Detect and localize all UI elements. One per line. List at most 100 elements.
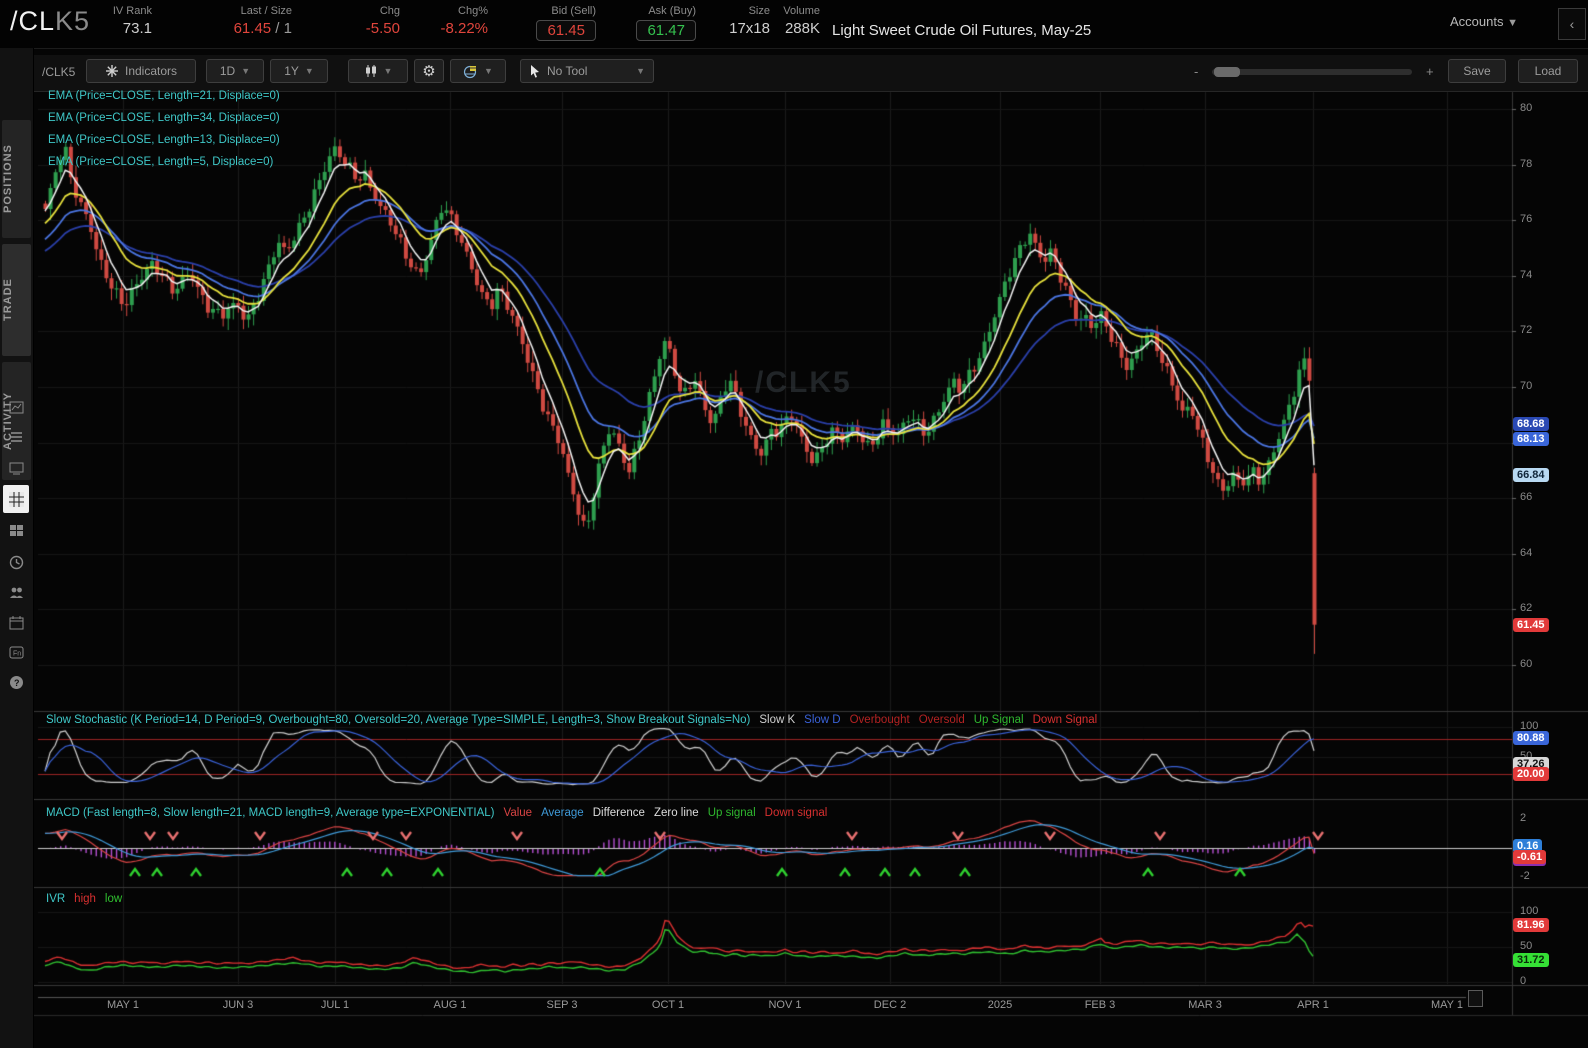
chart-settings-button[interactable]: ⚙: [414, 59, 444, 83]
chevron-down-icon: ▼: [1507, 17, 1518, 29]
field-value: 61.47: [636, 20, 696, 41]
quote-field-size: Size 17x18: [729, 5, 770, 37]
quote-field-chg: Chg -5.50: [366, 5, 400, 37]
symbol-main: /CL: [10, 6, 56, 36]
x-axis-label: FEB 3: [1084, 999, 1116, 1011]
ivr-axis-bubble: 31.72: [1513, 952, 1549, 967]
zoom-out-button[interactable]: -: [1194, 64, 1198, 79]
legend-item: Down Signal: [1032, 714, 1098, 726]
study-label: Slow Stochastic (K Period=14, D Period=9…: [46, 714, 751, 726]
sidebar-tv-icon[interactable]: [0, 453, 33, 481]
legend-item: Down signal: [764, 807, 828, 819]
macd-study-header: MACD (Fast length=8, Slow length=21, MAC…: [46, 807, 836, 819]
sidebar-dashboard-icon[interactable]: [0, 516, 33, 544]
zoom-slider-handle[interactable]: [1214, 67, 1240, 77]
drawing-set-icon: [463, 65, 477, 78]
x-axis-label: AUG 1: [433, 999, 467, 1011]
legend-item: Oversold: [918, 714, 965, 726]
legend-item: Zero line: [653, 807, 699, 819]
quote-field-chg-: Chg% -8.22%: [440, 5, 488, 37]
field-value: -5.50: [365, 20, 400, 37]
sidebar-tab-positions[interactable]: POSITIONS: [2, 120, 31, 238]
legend-item: high: [74, 893, 96, 905]
quote-field-ask-buy-[interactable]: Ask (Buy) 61.47: [636, 5, 696, 41]
price-tick-label: 74: [1520, 268, 1533, 281]
field-value: 288K: [784, 20, 820, 37]
sidebar-history-clock-icon[interactable]: [0, 548, 33, 576]
price-tick-label: 78: [1520, 157, 1533, 170]
field-label: Last / Size: [240, 5, 292, 17]
sidebar-tab-trade[interactable]: TRADE: [2, 244, 31, 356]
price-tick-label: 76: [1520, 213, 1533, 226]
stochastic-study-header: Slow Stochastic (K Period=14, D Period=9…: [46, 714, 1106, 726]
left-sidebar: POSITIONS TRADE ACTIVITY Fn?: [0, 48, 34, 1048]
field-label: Bid (Sell): [551, 5, 596, 17]
macd-tick-label: 2: [1520, 812, 1527, 824]
legend-item: Difference: [592, 807, 645, 819]
sidebar-community-icon[interactable]: [0, 578, 33, 606]
x-axis-label: JUL 1: [320, 999, 350, 1011]
range-dropdown[interactable]: 1Y ▼: [270, 59, 328, 83]
price-tick-label: 62: [1520, 602, 1533, 615]
cursor-icon: [531, 65, 539, 78]
stoch-axis-bubble: 20.00: [1513, 767, 1549, 782]
zoom-slider-track[interactable]: [1212, 69, 1412, 75]
ema-label: EMA (Price=CLOSE, Length=13, Displace=0): [48, 134, 280, 146]
time-scrollbar-handle[interactable]: [1468, 990, 1483, 1007]
chart-toolbar: /CLK5 Indicators 1D ▼ 1Y ▼ ▼ ⚙ ▼ No Tool ▼…: [34, 55, 1588, 92]
ivr-tick-label: 100: [1520, 905, 1539, 917]
sidebar-news-chart-icon[interactable]: [0, 393, 33, 421]
symbol-suffix: K5: [55, 6, 91, 36]
field-value: -8.22%: [440, 20, 488, 37]
field-value: 61.45 / 1: [233, 20, 292, 37]
gear-icon: ⚙: [422, 63, 436, 80]
x-axis-label: OCT 1: [651, 999, 685, 1011]
indicators-button[interactable]: Indicators: [86, 59, 196, 83]
price-axis-bubble: 66.84: [1513, 467, 1549, 482]
chart-type-dropdown[interactable]: ▼: [348, 59, 408, 83]
study-label: MACD (Fast length=8, Slow length=21, MAC…: [46, 807, 495, 819]
sidebar-chart-grid-icon[interactable]: [3, 485, 29, 513]
field-label: IV Rank: [112, 5, 152, 17]
timeframe-dropdown[interactable]: 1D ▼: [206, 59, 264, 83]
legend-item: Up signal: [707, 807, 756, 819]
quote-field-bid-sell-[interactable]: Bid (Sell) 61.45: [536, 5, 596, 41]
quote-field-volume: Volume 288K: [783, 5, 820, 37]
macd-tick-label: -2: [1520, 870, 1530, 882]
trading-platform-window: /CLK5 IV Rank 73.1 Last / Size 61.45 / 1 Chg…: [0, 0, 1588, 1048]
chevron-down-icon: ▼: [304, 66, 314, 76]
collapse-panel-button[interactable]: ‹: [1558, 8, 1586, 40]
field-label: Volume: [783, 5, 820, 17]
price-tick-label: 64: [1520, 546, 1533, 559]
legend-item: Slow K: [759, 714, 796, 726]
x-axis-label: APR 1: [1297, 999, 1329, 1011]
chevron-down-icon: ▼: [241, 66, 251, 76]
sidebar-calendar-icon[interactable]: [0, 608, 33, 636]
accounts-menu[interactable]: Accounts ▼: [1450, 14, 1518, 29]
sidebar-help-icon[interactable]: ?: [0, 668, 33, 696]
sidebar-list-icon[interactable]: [0, 423, 33, 451]
legend-item: Average: [541, 807, 584, 819]
zoom-in-button[interactable]: +: [1426, 64, 1434, 79]
studies-flask-icon: [105, 65, 118, 77]
x-axis-label: NOV 1: [768, 999, 802, 1011]
sidebar-fn-key-icon[interactable]: Fn: [0, 638, 33, 666]
load-button[interactable]: Load: [1518, 59, 1578, 83]
study-label: IVR: [46, 893, 66, 905]
ema-label: EMA (Price=CLOSE, Length=21, Displace=0): [48, 90, 280, 102]
drawing-tools-dropdown[interactable]: ▼: [450, 59, 506, 83]
ema-label: EMA (Price=CLOSE, Length=34, Displace=0): [48, 112, 280, 124]
toolbar-symbol-label: /CLK5: [42, 65, 76, 79]
save-button[interactable]: Save: [1448, 59, 1506, 83]
macd-axis-bubble: -0.61: [1513, 849, 1547, 864]
x-axis-label: MAY 1: [107, 999, 139, 1011]
ema-label: EMA (Price=CLOSE, Length=5, Displace=0): [48, 156, 274, 168]
active-tool-dropdown[interactable]: No Tool ▼: [520, 59, 654, 83]
field-value: 17x18: [729, 20, 770, 37]
quote-field-last-size: Last / Size 61.45 / 1: [234, 5, 292, 37]
price-tick-label: 80: [1520, 102, 1533, 114]
x-axis-label: DEC 2: [873, 999, 907, 1011]
svg-text:Fn: Fn: [13, 650, 21, 657]
x-axis-label: MAR 3: [1188, 999, 1222, 1011]
price-tick-label: 66: [1520, 491, 1533, 504]
